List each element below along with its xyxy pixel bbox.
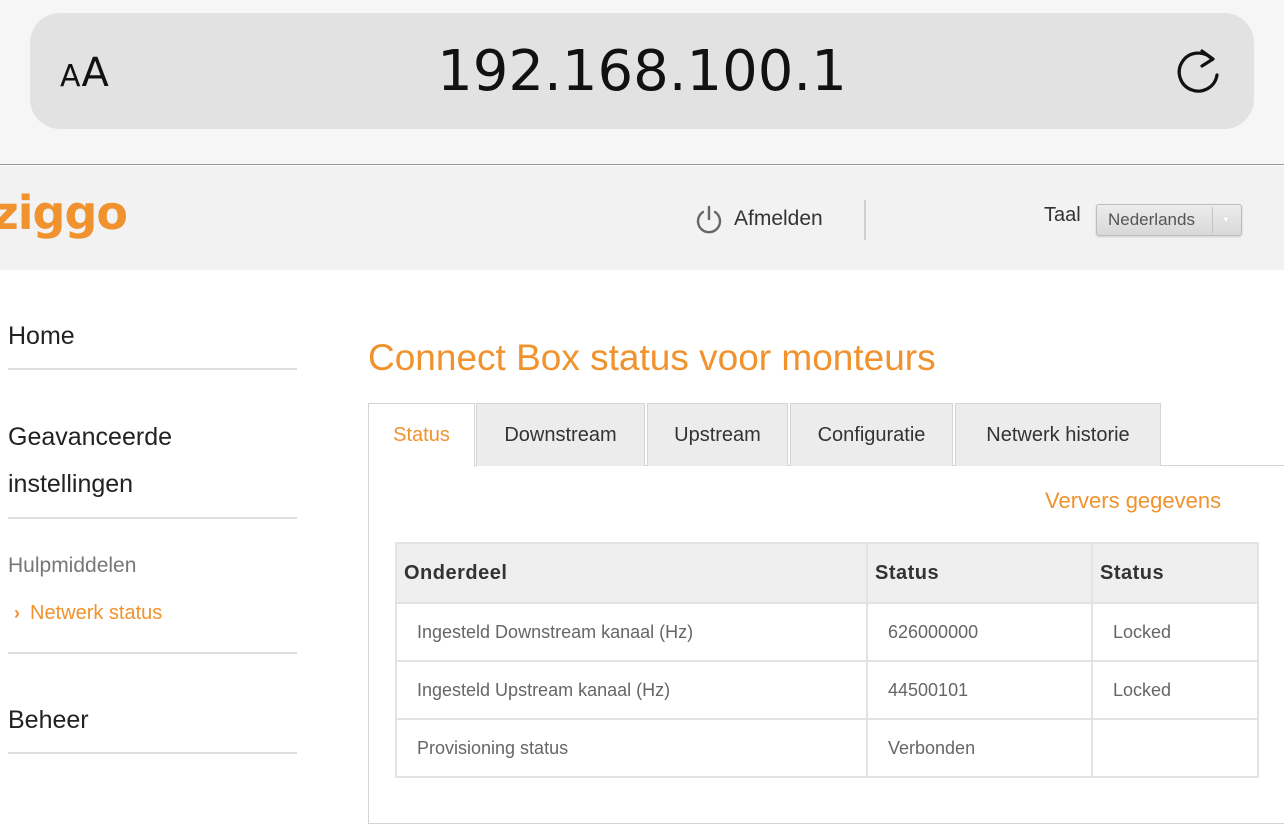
reload-icon[interactable] bbox=[1172, 45, 1226, 99]
table-header-row: Onderdeel Status Status bbox=[395, 542, 1259, 604]
tab-configuration[interactable]: Configuratie bbox=[790, 403, 953, 466]
sidebar-subitem-network-status[interactable]: › Netwerk status bbox=[8, 602, 297, 625]
language-label: Taal bbox=[1044, 204, 1081, 226]
logout-button[interactable]: Afmelden bbox=[694, 202, 823, 236]
table-cell: Locked bbox=[1091, 602, 1259, 662]
table-cell: Locked bbox=[1091, 660, 1259, 720]
table-cell bbox=[1091, 718, 1259, 778]
sidebar-divider bbox=[8, 752, 297, 754]
tab-network-history[interactable]: Netwerk historie bbox=[955, 403, 1161, 466]
language-select[interactable]: Nederlands ▼ bbox=[1096, 204, 1242, 236]
language-value: Nederlands bbox=[1108, 210, 1195, 229]
header-divider bbox=[864, 200, 866, 240]
logout-label: Afmelden bbox=[734, 207, 823, 230]
power-icon bbox=[696, 205, 722, 234]
browser-toolbar: AA 192.168.100.1 bbox=[0, 0, 1284, 165]
sidebar-item-home[interactable]: Home bbox=[8, 313, 297, 360]
table-cell: Ingesteld Downstream kanaal (Hz) bbox=[395, 602, 868, 662]
table-cell: 44500101 bbox=[866, 660, 1093, 720]
sidebar-divider bbox=[8, 368, 297, 370]
tab-status[interactable]: Status bbox=[368, 403, 475, 467]
tab-downstream[interactable]: Downstream bbox=[476, 403, 645, 466]
table-row: Provisioning status Verbonden bbox=[395, 718, 1259, 778]
sidebar-subitem-label: Netwerk status bbox=[30, 602, 163, 624]
table-cell: Provisioning status bbox=[395, 718, 868, 778]
status-table: Onderdeel Status Status Ingesteld Downst… bbox=[395, 542, 1259, 778]
table-row: Ingesteld Upstream kanaal (Hz) 44500101 … bbox=[395, 660, 1259, 720]
sidebar-item-advanced-line1: Geavanceerde bbox=[8, 423, 173, 451]
refresh-data-link[interactable]: Ververs gegevens bbox=[1045, 488, 1221, 514]
sidebar-item-advanced-settings[interactable]: Geavanceerde instellingen bbox=[8, 414, 297, 508]
site-header: ziggo Afmelden Taal Nederlands ▼ bbox=[0, 166, 1284, 270]
sidebar-divider bbox=[8, 517, 297, 519]
sidebar-divider bbox=[8, 652, 297, 654]
column-header-status-2: Status bbox=[1091, 542, 1259, 604]
tab-upstream[interactable]: Upstream bbox=[647, 403, 788, 466]
column-header-status: Status bbox=[866, 542, 1093, 604]
table-cell: 626000000 bbox=[866, 602, 1093, 662]
table-cell: Verbonden bbox=[866, 718, 1093, 778]
language-dropdown-toggle[interactable]: ▼ bbox=[1212, 207, 1239, 233]
sidebar-item-admin[interactable]: Beheer bbox=[8, 697, 297, 744]
table-cell: Ingesteld Upstream kanaal (Hz) bbox=[395, 660, 868, 720]
chevron-right-icon: › bbox=[14, 603, 20, 623]
sidebar-item-advanced-line2: instellingen bbox=[8, 470, 134, 498]
chevron-down-icon: ▼ bbox=[1221, 214, 1231, 226]
page-title: Connect Box status voor monteurs bbox=[368, 337, 936, 378]
url-text[interactable]: 192.168.100.1 bbox=[0, 38, 1284, 106]
table-row: Ingesteld Downstream kanaal (Hz) 6260000… bbox=[395, 602, 1259, 662]
sidebar-item-tools[interactable]: Hulpmiddelen bbox=[8, 554, 297, 578]
column-header-component: Onderdeel bbox=[395, 542, 868, 604]
ziggo-logo[interactable]: ziggo bbox=[0, 186, 128, 240]
